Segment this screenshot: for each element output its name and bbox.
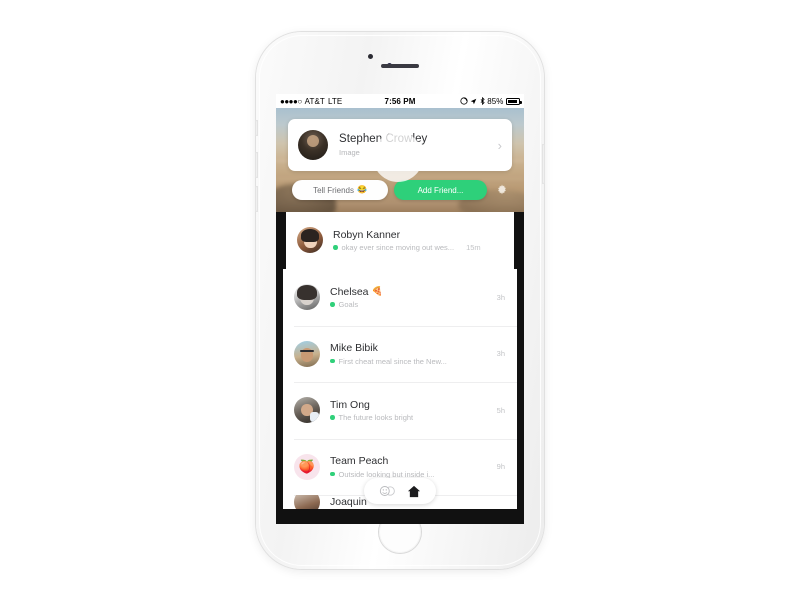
status-bar: ●●●●○ AT&T LTE 7:56 PM 85% bbox=[276, 94, 524, 108]
message-preview: The future looks bright bbox=[338, 413, 414, 422]
contact-name: Tim Ong bbox=[330, 398, 370, 411]
avatar[interactable]: 🍑 bbox=[294, 453, 320, 480]
phone-screen: ●●●●○ AT&T LTE 7:56 PM 85% Stephen Crowl… bbox=[276, 94, 524, 524]
power-button[interactable] bbox=[542, 144, 545, 184]
contact-name: Chelsea bbox=[330, 285, 369, 298]
message-time: 15m bbox=[466, 243, 481, 252]
message-preview: okay ever since moving out wes... bbox=[341, 243, 455, 252]
profile-card-text: Stephen Crowley Image bbox=[339, 133, 492, 157]
list-item-body: Mike Bibik First cheat meal since the Ne… bbox=[330, 342, 489, 366]
list-item-body: Team Peach Outside looking but inside i.… bbox=[330, 455, 489, 479]
bluetooth-icon bbox=[480, 97, 485, 105]
contact-name: Joaquin bbox=[330, 496, 367, 508]
list-item-body: Chelsea 🍕 Goals bbox=[330, 286, 489, 309]
contact-name: Mike Bibik bbox=[330, 342, 378, 354]
laughing-emoji-icon: 😂 bbox=[356, 185, 367, 194]
tell-friends-label: Tell Friends bbox=[313, 185, 354, 195]
screenshot-stage: ●●●●○ AT&T LTE 7:56 PM 85% Stephen Crowl… bbox=[0, 0, 800, 600]
earpiece-speaker bbox=[381, 64, 419, 68]
volume-up-button[interactable] bbox=[255, 152, 258, 178]
front-camera bbox=[368, 54, 373, 59]
online-status-dot bbox=[330, 302, 335, 307]
floating-tab-bar bbox=[364, 478, 436, 504]
avatar[interactable] bbox=[298, 130, 328, 160]
list-item-name: Tim Ong bbox=[330, 399, 489, 411]
avatar[interactable] bbox=[294, 495, 320, 509]
avatar[interactable] bbox=[294, 340, 320, 367]
tell-friends-button[interactable]: Tell Friends 😂 bbox=[292, 180, 388, 200]
list-item-preview-row: The future looks bright bbox=[330, 413, 489, 422]
list-item[interactable]: Robyn Kanner okay ever since moving out … bbox=[286, 212, 514, 269]
online-status-dot bbox=[330, 471, 335, 477]
list-item-preview-row: Goals bbox=[330, 300, 489, 309]
list-item-body: Tim Ong The future looks bright bbox=[330, 399, 489, 422]
list-item-name: Robyn Kanner bbox=[333, 229, 502, 241]
battery-icon bbox=[506, 97, 522, 105]
status-bar-right: 85% bbox=[460, 96, 522, 106]
message-time: 5h bbox=[496, 405, 505, 415]
list-item-name: Chelsea 🍕 bbox=[330, 286, 489, 298]
list-item-name: Team Peach bbox=[330, 455, 489, 467]
list-item-preview-row: okay ever since moving out wes... 15m bbox=[333, 243, 502, 252]
message-time: 9h bbox=[496, 462, 505, 472]
chevron-right-icon[interactable]: › bbox=[498, 139, 502, 152]
message-time: 3h bbox=[496, 349, 505, 359]
pizza-emoji-icon: 🍕 bbox=[371, 286, 383, 296]
add-friend-button[interactable]: Add Friend... bbox=[394, 180, 487, 200]
contact-name: Robyn Kanner bbox=[333, 228, 401, 241]
message-time: 3h bbox=[496, 292, 505, 302]
list-item[interactable]: Tim Ong The future looks bright 5h bbox=[283, 382, 517, 439]
list-item[interactable]: Chelsea 🍕 Goals 3h bbox=[283, 269, 517, 326]
chat-list-card-top: Robyn Kanner okay ever since moving out … bbox=[286, 212, 514, 269]
list-item-name: Mike Bibik bbox=[330, 342, 489, 354]
list-item-body: Robyn Kanner okay ever since moving out … bbox=[333, 229, 502, 252]
message-preview: Goals bbox=[338, 300, 359, 309]
contact-name: Team Peach bbox=[330, 455, 389, 467]
message-preview: First cheat meal since the New... bbox=[338, 356, 447, 366]
online-status-dot bbox=[330, 358, 335, 364]
home-icon[interactable] bbox=[407, 485, 421, 498]
emoji-faces-icon[interactable] bbox=[379, 485, 396, 497]
rotation-lock-icon bbox=[460, 97, 468, 105]
header-actions: Tell Friends 😂 Add Friend... bbox=[292, 180, 508, 200]
gear-icon[interactable] bbox=[495, 184, 508, 197]
location-arrow-icon bbox=[470, 98, 477, 104]
volume-down-button[interactable] bbox=[255, 186, 258, 212]
avatar[interactable] bbox=[297, 227, 323, 254]
battery-percent-label: 85% bbox=[487, 96, 504, 106]
profile-subtitle: Image bbox=[339, 147, 360, 157]
chat-list-card: Chelsea 🍕 Goals 3h Mike Bibik First chea… bbox=[283, 269, 517, 509]
online-status-dot bbox=[330, 415, 335, 420]
iphone-device-frame: ●●●●○ AT&T LTE 7:56 PM 85% Stephen Crowl… bbox=[255, 32, 545, 569]
list-item[interactable]: Mike Bibik First cheat meal since the Ne… bbox=[283, 325, 517, 382]
profile-card[interactable]: Stephen Crowley Image › bbox=[288, 119, 512, 171]
list-item-preview-row: First cheat meal since the New... bbox=[330, 357, 489, 366]
avatar[interactable] bbox=[294, 397, 320, 424]
ringer-switch[interactable] bbox=[255, 120, 258, 136]
profile-name: Stephen Crowley bbox=[339, 133, 428, 146]
chat-list-container[interactable]: Robyn Kanner okay ever since moving out … bbox=[276, 212, 524, 524]
add-friend-label: Add Friend... bbox=[417, 185, 464, 195]
online-status-dot bbox=[333, 245, 338, 250]
avatar[interactable] bbox=[294, 284, 320, 311]
